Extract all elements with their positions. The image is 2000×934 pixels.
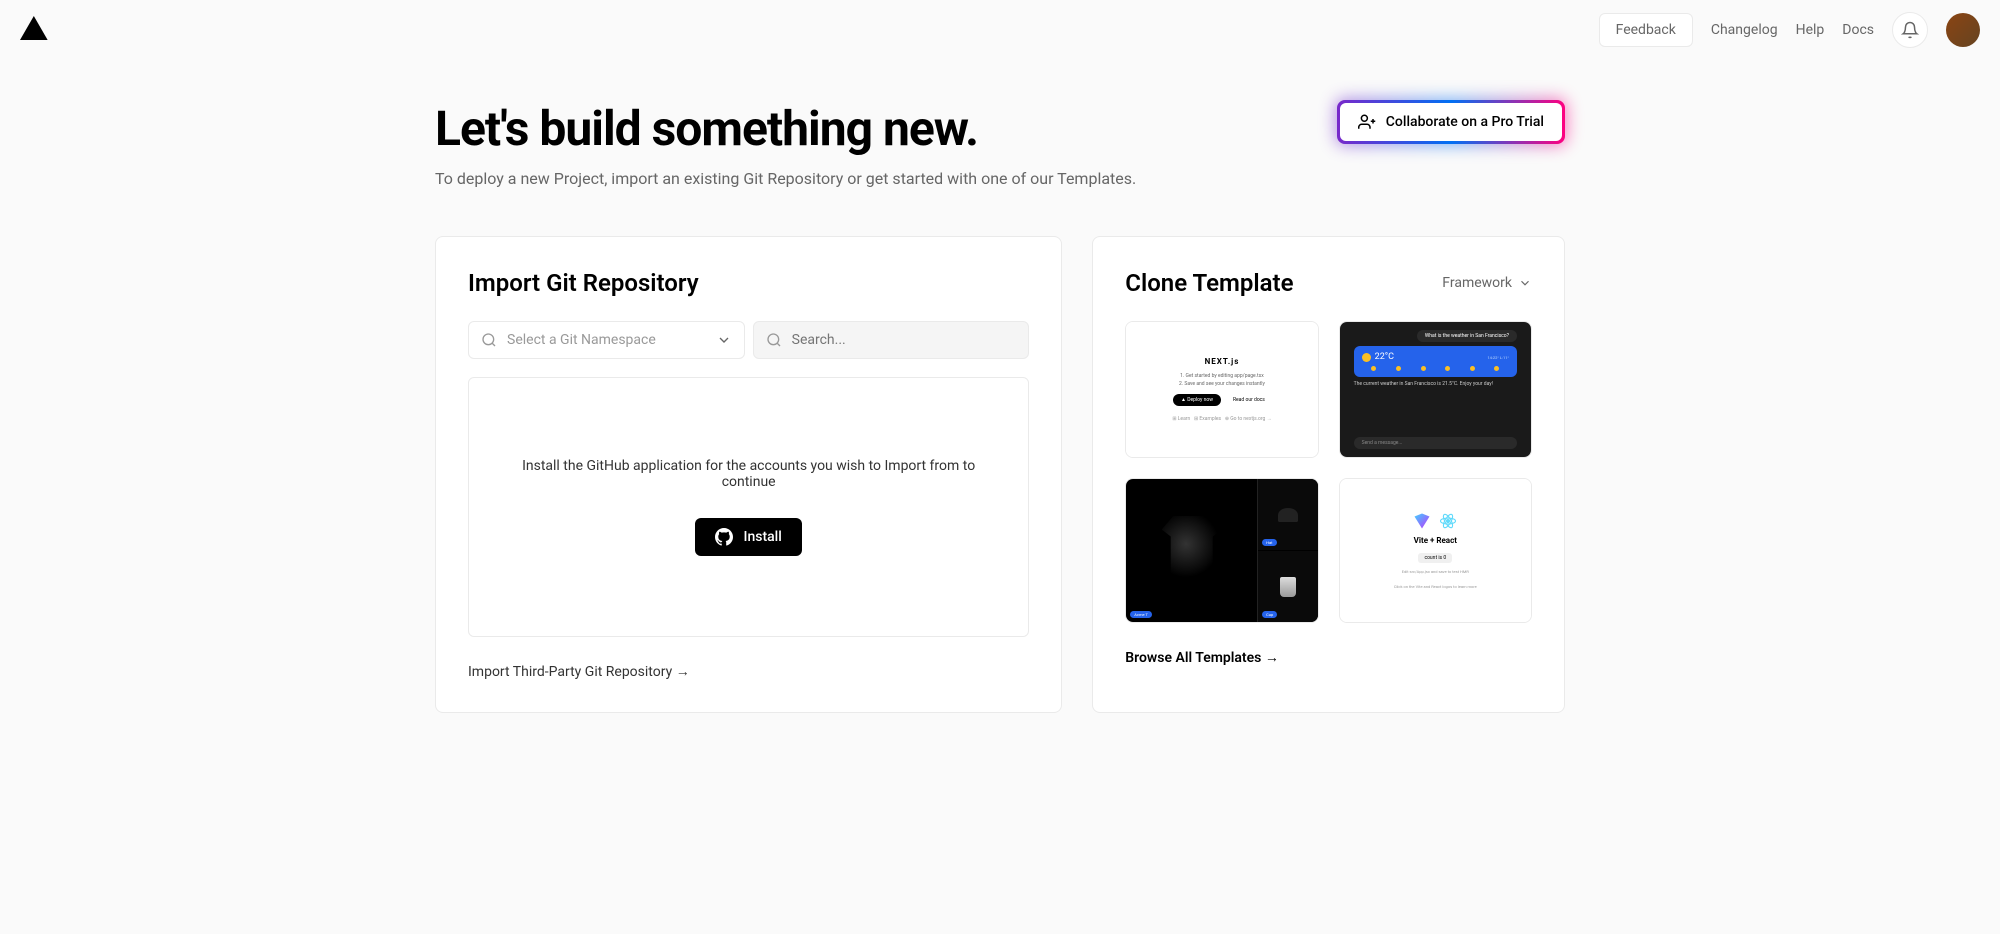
user-plus-icon — [1358, 113, 1376, 131]
import-panel-title: Import Git Repository — [468, 269, 1029, 297]
framework-filter-label: Framework — [1442, 275, 1512, 291]
install-text: Install the GitHub application for the a… — [519, 458, 979, 490]
feedback-button[interactable]: Feedback — [1599, 13, 1693, 47]
namespace-placeholder: Select a Git Namespace — [507, 332, 706, 348]
search-icon — [481, 332, 497, 348]
search-input[interactable] — [792, 332, 1017, 348]
user-avatar[interactable] — [1946, 13, 1980, 47]
search-icon — [766, 332, 782, 348]
install-button-label: Install — [743, 529, 781, 545]
template-preview: Acme T Hat Cup — [1126, 479, 1317, 622]
collaborate-button[interactable]: Collaborate on a Pro Trial — [1340, 103, 1562, 141]
install-prompt: Install the GitHub application for the a… — [468, 377, 1029, 637]
template-preview: Vite + React count is 0 Edit src/App.jsx… — [1340, 479, 1531, 622]
notifications-button[interactable] — [1892, 12, 1928, 48]
bell-icon — [1901, 21, 1919, 39]
template-panel-title: Clone Template — [1125, 269, 1293, 297]
template-preview: NEXT.js 1. Get started by editing app/pa… — [1126, 322, 1317, 457]
search-input-wrapper — [753, 321, 1030, 359]
import-third-party-link[interactable]: Import Third-Party Git Repository → — [468, 664, 690, 680]
page-subtitle: To deploy a new Project, import an exist… — [435, 169, 1136, 188]
chevron-down-icon — [1518, 276, 1532, 290]
template-card-nextjs[interactable]: NEXT.js 1. Get started by editing app/pa… — [1125, 321, 1318, 458]
template-card-commerce[interactable]: Acme T Hat Cup $ Commerce — [1125, 478, 1318, 623]
changelog-link[interactable]: Changelog — [1711, 22, 1778, 38]
page-header: Let's build something new. To deploy a n… — [435, 100, 1565, 188]
template-card-chatbot[interactable]: What is the weather in San Francisco? 22… — [1339, 321, 1532, 458]
install-github-button[interactable]: Install — [695, 518, 801, 556]
git-namespace-select[interactable]: Select a Git Namespace — [468, 321, 745, 359]
import-git-panel: Import Git Repository Select a Git Names… — [435, 236, 1062, 713]
template-card-vite[interactable]: Vite + React count is 0 Edit src/App.jsx… — [1339, 478, 1532, 623]
logo[interactable] — [20, 14, 48, 46]
github-icon — [715, 528, 733, 546]
header-nav: Feedback Changelog Help Docs — [1599, 12, 1980, 48]
page-title: Let's build something new. — [435, 100, 1136, 157]
help-link[interactable]: Help — [1796, 22, 1825, 38]
browse-templates-link[interactable]: Browse All Templates → — [1125, 650, 1279, 666]
template-preview: What is the weather in San Francisco? 22… — [1340, 322, 1531, 457]
framework-filter[interactable]: Framework — [1442, 275, 1532, 291]
docs-link[interactable]: Docs — [1842, 22, 1874, 38]
app-header: Feedback Changelog Help Docs — [0, 0, 2000, 60]
chevron-down-icon — [716, 332, 732, 348]
collaborate-button-label: Collaborate on a Pro Trial — [1386, 114, 1544, 130]
clone-template-panel: Clone Template Framework NEXT.js 1. Get … — [1092, 236, 1565, 713]
